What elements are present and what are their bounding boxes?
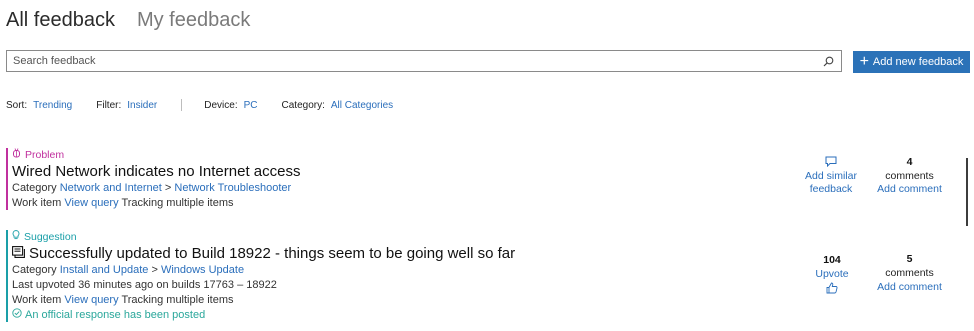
tab-bar: All feedback My feedback bbox=[6, 7, 250, 33]
work-item-label: Work item bbox=[12, 197, 62, 209]
item-title-text: Wired Network indicates no Internet acce… bbox=[12, 163, 301, 180]
item-title[interactable]: Successfully updated to Build 18922 - th… bbox=[12, 244, 515, 263]
tracking-text: Tracking multiple items bbox=[121, 294, 234, 306]
last-upvoted-value: 36 minutes ago on builds 17763 – 18922 bbox=[78, 279, 277, 291]
category-line-label: Category bbox=[12, 264, 57, 276]
item-type-label: Problem bbox=[25, 148, 65, 161]
item-type-label: Suggestion bbox=[24, 230, 77, 243]
category-link[interactable]: Network and Internet bbox=[60, 182, 162, 194]
item-category-line: Category Install and Update > Windows Up… bbox=[12, 263, 515, 278]
category-label: Category: bbox=[281, 99, 325, 111]
feedback-item-content: Problem Wired Network indicates no Inter… bbox=[12, 148, 300, 211]
view-query-link[interactable]: View query bbox=[64, 294, 118, 306]
tab-all-feedback[interactable]: All feedback bbox=[6, 7, 115, 33]
item-last-upvoted-line: Last upvoted 36 minutes ago on builds 17… bbox=[12, 278, 515, 293]
add-similar-icon bbox=[800, 156, 862, 170]
lightbulb-icon bbox=[12, 230, 20, 243]
filter-divider bbox=[181, 99, 183, 111]
item-type: Problem bbox=[12, 148, 300, 161]
sort-label: Sort: bbox=[6, 99, 28, 111]
comments-count: 5 bbox=[906, 253, 913, 265]
add-comment-link[interactable]: Add comment bbox=[872, 183, 947, 195]
add-similar-label: Add similar feedback bbox=[805, 170, 857, 195]
item-work-line: Work item View query Tracking multiple i… bbox=[12, 196, 300, 211]
category-line-label: Category bbox=[12, 182, 57, 194]
tracking-text: Tracking multiple items bbox=[121, 197, 234, 209]
view-query-link[interactable]: View query bbox=[64, 197, 118, 209]
filter-dropdown[interactable]: Insider bbox=[127, 100, 157, 111]
scrollbar[interactable] bbox=[966, 158, 968, 226]
check-circle-icon bbox=[12, 308, 22, 323]
search-box bbox=[6, 50, 842, 72]
item-type: Suggestion bbox=[12, 230, 515, 243]
filter-bar: Sort: Trending Filter: Insider Device: P… bbox=[6, 99, 417, 111]
comments-block: 4 comments Add comment bbox=[872, 156, 947, 195]
add-comment-link[interactable]: Add comment bbox=[872, 280, 947, 294]
upvote-button[interactable]: Upvote bbox=[806, 267, 858, 282]
add-new-feedback-button[interactable]: + Add new feedback bbox=[853, 51, 970, 73]
item-title[interactable]: Wired Network indicates no Internet acce… bbox=[12, 162, 300, 181]
item-category-line: Category Network and Internet > Network … bbox=[12, 181, 300, 196]
comments-label: comments bbox=[885, 267, 934, 279]
add-similar-feedback-button[interactable]: Add similar feedback bbox=[800, 156, 862, 196]
filter-label: Filter: bbox=[96, 99, 122, 111]
search-input[interactable] bbox=[7, 52, 819, 70]
bug-icon bbox=[12, 148, 21, 161]
item-accent-bar bbox=[6, 148, 8, 210]
comments-count: 4 bbox=[906, 156, 913, 168]
feedback-item-content: Suggestion Successfully updated to Build… bbox=[12, 230, 515, 323]
comments-label: comments bbox=[885, 170, 934, 182]
category-separator: > bbox=[151, 264, 158, 276]
official-response-notice[interactable]: An official response has been posted bbox=[12, 308, 515, 323]
subcategory-link[interactable]: Network Troubleshooter bbox=[174, 182, 291, 194]
device-label: Device: bbox=[204, 99, 238, 111]
upvote-count: 104 bbox=[823, 254, 841, 266]
search-icon[interactable] bbox=[819, 52, 837, 70]
official-response-text: An official response has been posted bbox=[25, 309, 206, 321]
plus-icon: + bbox=[859, 52, 869, 70]
device-dropdown[interactable]: PC bbox=[244, 100, 258, 111]
work-item-label: Work item bbox=[12, 294, 62, 306]
item-accent-bar bbox=[6, 230, 8, 322]
tab-my-feedback[interactable]: My feedback bbox=[137, 7, 250, 33]
feedback-item[interactable]: Suggestion Successfully updated to Build… bbox=[6, 230, 806, 322]
category-dropdown[interactable]: All Categories bbox=[331, 100, 393, 111]
item-title-text: Successfully updated to Build 18922 - th… bbox=[29, 245, 516, 262]
comments-block: 5 comments Add comment bbox=[872, 253, 947, 294]
announcement-icon bbox=[12, 244, 25, 263]
item-work-line: Work item View query Tracking multiple i… bbox=[12, 293, 515, 308]
add-new-feedback-label: Add new feedback bbox=[872, 56, 964, 68]
subcategory-link[interactable]: Windows Update bbox=[161, 264, 244, 276]
category-separator: > bbox=[164, 182, 172, 194]
feedback-item[interactable]: Problem Wired Network indicates no Inter… bbox=[6, 148, 806, 210]
upvote-block[interactable]: 104 Upvote bbox=[806, 254, 858, 296]
last-upvoted-label: Last upvoted bbox=[12, 279, 75, 291]
category-link[interactable]: Install and Update bbox=[60, 264, 149, 276]
sort-dropdown[interactable]: Trending bbox=[33, 100, 72, 111]
thumbs-up-icon[interactable] bbox=[806, 282, 858, 296]
